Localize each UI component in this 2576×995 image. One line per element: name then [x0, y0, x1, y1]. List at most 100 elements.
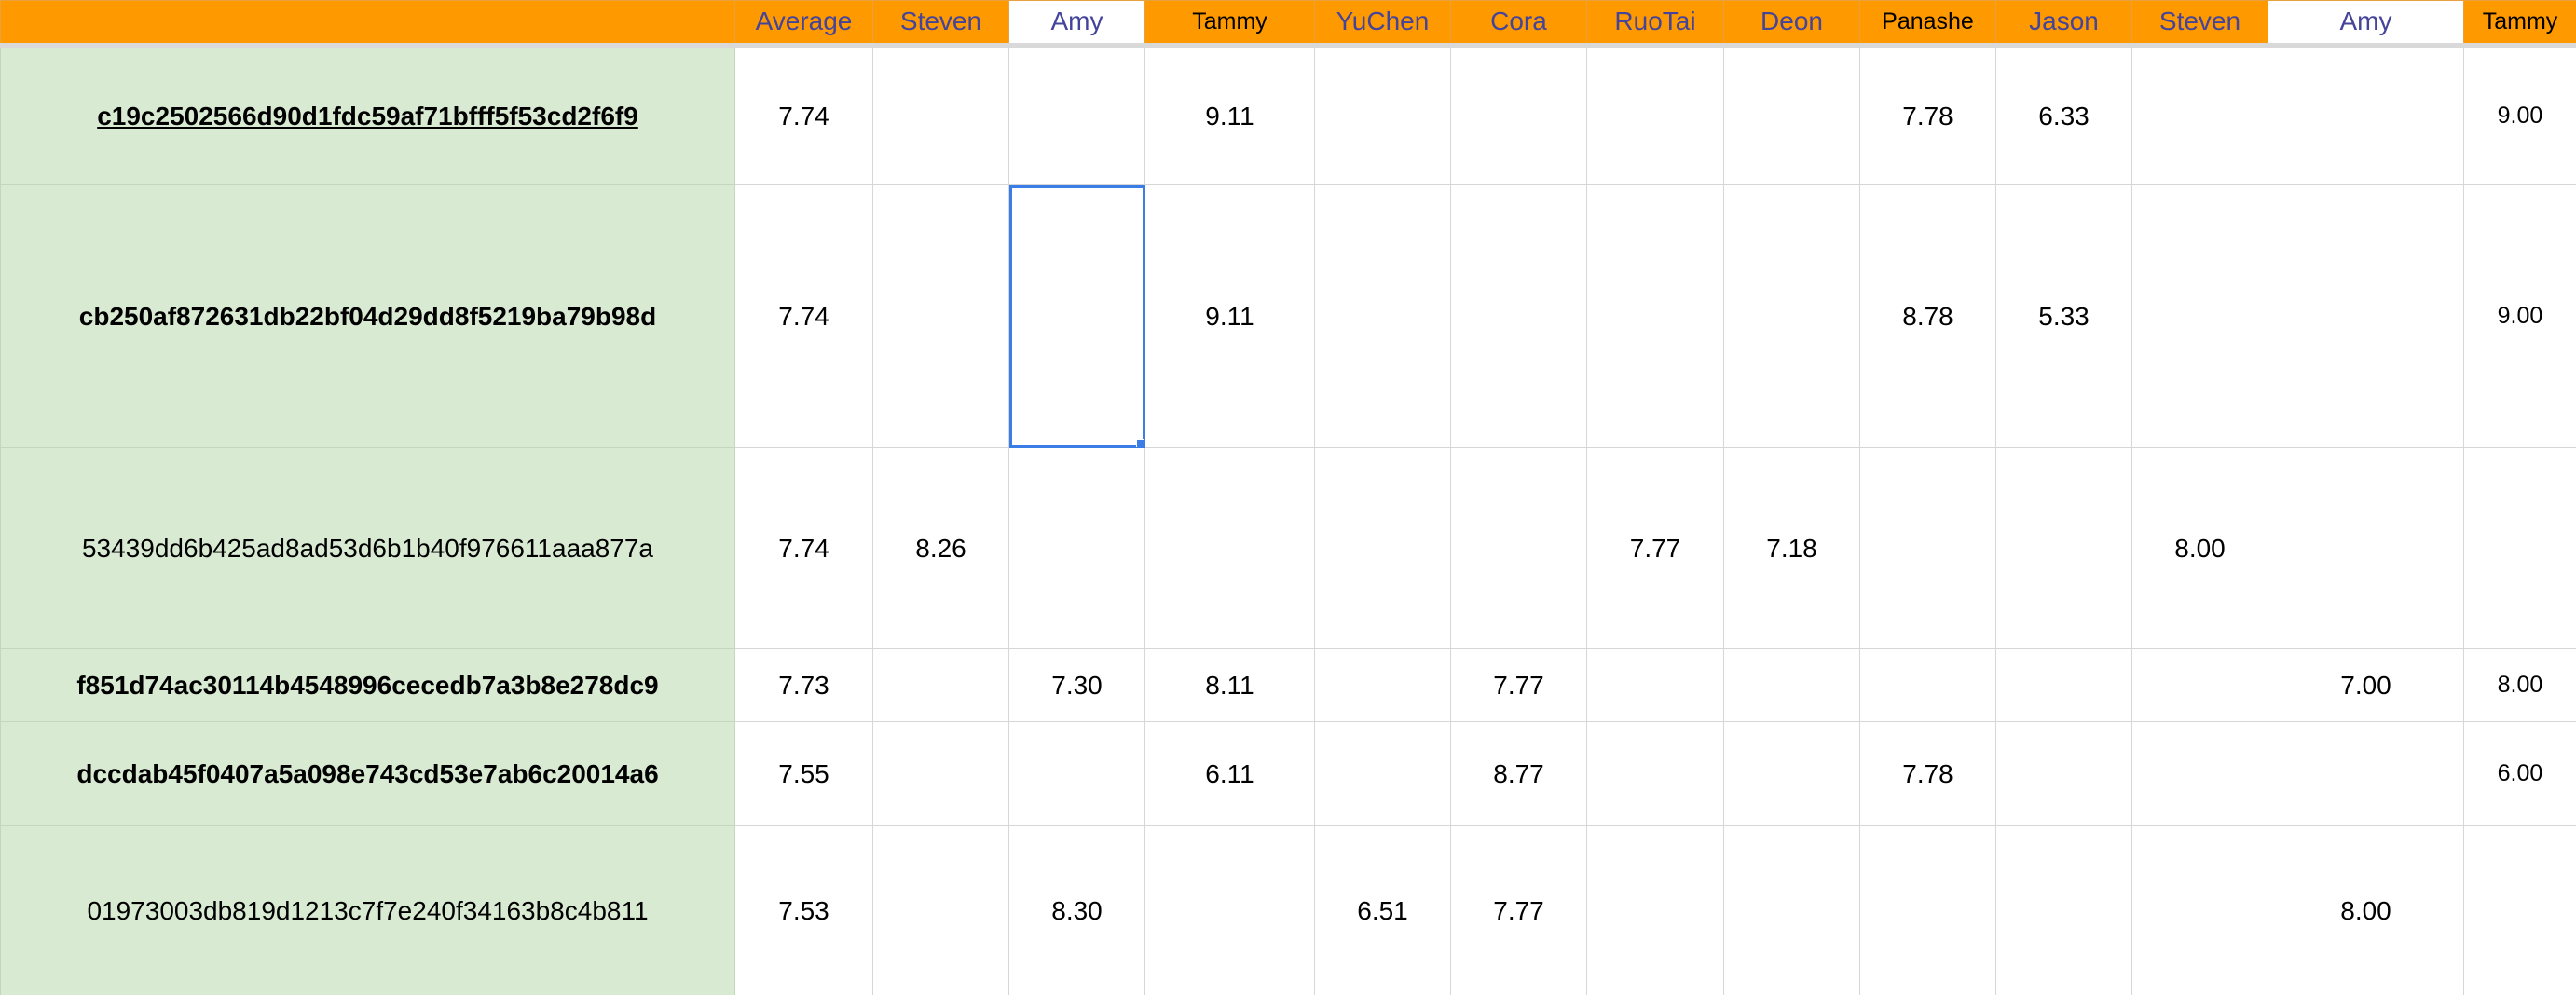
table-cell[interactable]: 7.53	[734, 825, 873, 995]
table-cell[interactable]: 7.78	[1859, 721, 1996, 826]
table-cell[interactable]	[872, 721, 1009, 826]
table-cell[interactable]	[1314, 45, 1451, 185]
table-cell[interactable]	[1995, 648, 2132, 722]
table-cell[interactable]	[1008, 447, 1145, 649]
table-cell[interactable]: 7.73	[734, 648, 873, 722]
table-cell[interactable]	[1859, 648, 1996, 722]
table-cell[interactable]: 8.00	[2268, 825, 2464, 995]
table-cell[interactable]	[1144, 825, 1315, 995]
table-cell[interactable]	[2268, 447, 2464, 649]
table-cell[interactable]	[1995, 447, 2132, 649]
table-cell[interactable]: 9.11	[1144, 184, 1315, 448]
table-cell[interactable]: 7.18	[1723, 447, 1860, 649]
column-header-tammy-2[interactable]: Tammy	[2463, 0, 2576, 48]
table-cell[interactable]	[1723, 825, 1860, 995]
table-cell[interactable]	[1995, 721, 2132, 826]
column-header-deon[interactable]: Deon	[1723, 0, 1860, 48]
table-cell[interactable]	[2131, 648, 2268, 722]
table-cell[interactable]	[1450, 45, 1587, 185]
table-cell[interactable]	[1586, 45, 1724, 185]
table-cell[interactable]	[1723, 184, 1860, 448]
table-cell[interactable]: 7.00	[2268, 648, 2464, 722]
column-header-panashe[interactable]: Panashe	[1859, 0, 1996, 48]
table-cell[interactable]: 7.74	[734, 447, 873, 649]
table-cell[interactable]: 8.11	[1144, 648, 1315, 722]
column-header-jason[interactable]: Jason	[1995, 0, 2132, 48]
table-cell[interactable]: 8.78	[1859, 184, 1996, 448]
table-cell[interactable]: 7.77	[1450, 825, 1587, 995]
table-cell[interactable]	[1586, 825, 1724, 995]
table-cell[interactable]	[872, 45, 1009, 185]
table-cell[interactable]	[2131, 825, 2268, 995]
table-cell[interactable]: 7.78	[1859, 45, 1996, 185]
table-cell[interactable]: 6.00	[2463, 721, 2576, 826]
table-cell[interactable]: 6.33	[1995, 45, 2132, 185]
header-corner-cell[interactable]	[0, 0, 735, 48]
table-cell[interactable]: 7.74	[734, 184, 873, 448]
table-cell[interactable]: 8.00	[2131, 447, 2268, 649]
table-cell[interactable]	[1008, 45, 1145, 185]
table-cell[interactable]	[872, 825, 1009, 995]
column-header-steven-2[interactable]: Steven	[2131, 0, 2268, 48]
table-cell[interactable]	[1586, 721, 1724, 826]
table-cell[interactable]: 7.77	[1450, 648, 1587, 722]
row-id-cell[interactable]: f851d74ac30114b4548996cecedb7a3b8e278dc9	[0, 648, 735, 722]
column-header-cora[interactable]: Cora	[1450, 0, 1587, 48]
table-cell[interactable]	[1723, 648, 1860, 722]
table-cell[interactable]	[1995, 825, 2132, 995]
table-cell[interactable]	[1859, 447, 1996, 649]
table-cell[interactable]	[1314, 447, 1451, 649]
table-cell[interactable]	[1314, 184, 1451, 448]
row-id-cell[interactable]: 01973003db819d1213c7f7e240f34163b8c4b811	[0, 825, 735, 995]
column-header-yuchen[interactable]: YuChen	[1314, 0, 1451, 48]
fill-handle[interactable]	[1136, 439, 1144, 447]
table-cell[interactable]	[872, 184, 1009, 448]
column-header-amy[interactable]: Amy	[1008, 0, 1145, 48]
table-cell[interactable]	[1723, 45, 1860, 185]
table-cell[interactable]: 9.11	[1144, 45, 1315, 185]
table-cell[interactable]: 6.51	[1314, 825, 1451, 995]
column-header-ruotai[interactable]: RuoTai	[1586, 0, 1724, 48]
table-cell[interactable]: 9.00	[2463, 184, 2576, 448]
table-cell[interactable]: 7.77	[1586, 447, 1724, 649]
table-cell[interactable]: 7.74	[734, 45, 873, 185]
table-cell[interactable]: 7.30	[1008, 648, 1145, 722]
table-cell[interactable]: 8.30	[1008, 825, 1145, 995]
table-cell[interactable]	[1586, 648, 1724, 722]
table-cell[interactable]	[2131, 45, 2268, 185]
table-cell[interactable]	[1859, 825, 1996, 995]
table-cell[interactable]	[2463, 825, 2576, 995]
table-cell[interactable]	[1314, 721, 1451, 826]
selected-cell[interactable]	[1008, 184, 1145, 448]
table-cell[interactable]	[2268, 45, 2464, 185]
table-cell[interactable]	[1450, 184, 1587, 448]
row-id-cell[interactable]: dccdab45f0407a5a098e743cd53e7ab6c20014a6	[0, 721, 735, 826]
table-cell[interactable]	[2268, 721, 2464, 826]
table-cell[interactable]	[2131, 184, 2268, 448]
table-cell[interactable]: 7.55	[734, 721, 873, 826]
table-cell[interactable]: 8.26	[872, 447, 1009, 649]
column-header-steven[interactable]: Steven	[872, 0, 1009, 48]
table-cell[interactable]	[1314, 648, 1451, 722]
table-cell[interactable]	[1450, 447, 1587, 649]
table-cell[interactable]	[1008, 721, 1145, 826]
table-cell[interactable]	[2131, 721, 2268, 826]
table-cell[interactable]: 8.00	[2463, 648, 2576, 722]
table-cell[interactable]	[872, 648, 1009, 722]
table-cell[interactable]: 5.33	[1995, 184, 2132, 448]
row-id-cell[interactable]: c19c2502566d90d1fdc59af71bfff5f53cd2f6f9	[0, 45, 735, 185]
table-cell[interactable]: 9.00	[2463, 45, 2576, 185]
table-row: cb250af872631db22bf04d29dd8f5219ba79b98d…	[0, 184, 2576, 448]
table-cell[interactable]	[2268, 184, 2464, 448]
table-cell[interactable]	[1586, 184, 1724, 448]
column-header-tammy[interactable]: Tammy	[1144, 0, 1315, 48]
row-id-cell[interactable]: 53439dd6b425ad8ad53d6b1b40f976611aaa877a	[0, 447, 735, 649]
table-cell[interactable]	[2463, 447, 2576, 649]
column-header-average[interactable]: Average	[734, 0, 873, 48]
row-id-cell[interactable]: cb250af872631db22bf04d29dd8f5219ba79b98d	[0, 184, 735, 448]
column-header-amy-2[interactable]: Amy	[2268, 0, 2464, 48]
table-cell[interactable]	[1144, 447, 1315, 649]
table-cell[interactable]	[1723, 721, 1860, 826]
table-cell[interactable]: 6.11	[1144, 721, 1315, 826]
table-cell[interactable]: 8.77	[1450, 721, 1587, 826]
